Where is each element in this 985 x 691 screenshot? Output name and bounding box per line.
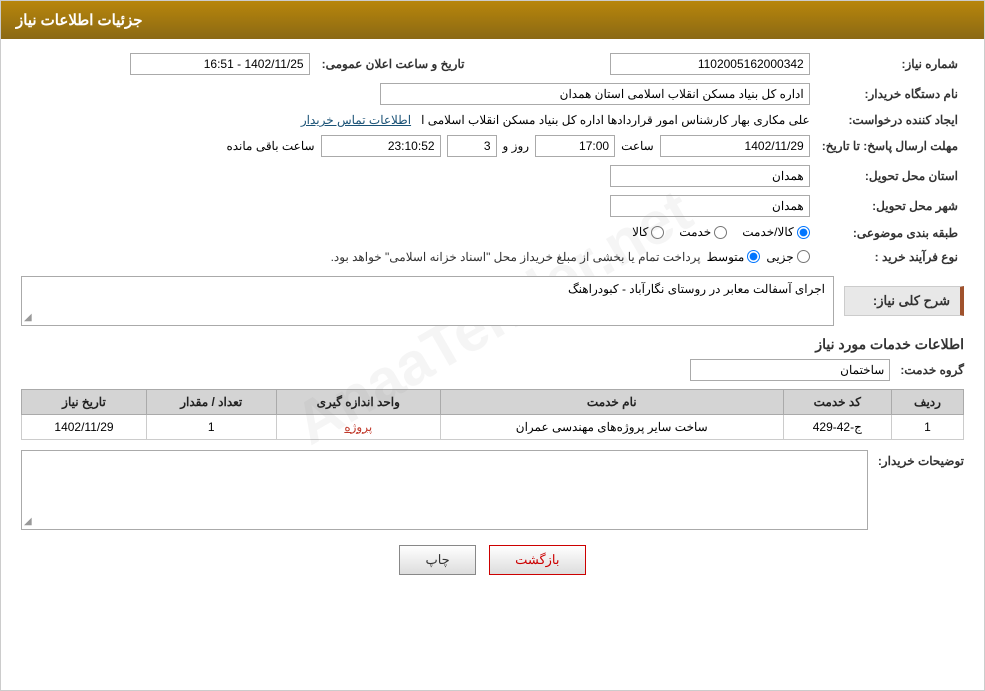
ijad-konande-link[interactable]: اطلاعات تماس خریدار <box>301 113 411 127</box>
tozihat-label: توضیحات خریدار: <box>878 454 964 468</box>
services-table: ردیف کد خدمت نام خدمت واحد اندازه گیری ت… <box>21 389 964 440</box>
ijad-konande-label: ایجاد کننده درخواست: <box>816 109 964 131</box>
back-button[interactable]: بازگشت <box>489 545 585 575</box>
nogh-farayand-row: جزیی متوسط پرداخت تمام یا بخشی از مبلغ خ… <box>21 246 816 268</box>
buttons-row: بازگشت چاپ <box>21 545 964 575</box>
col-name: نام خدمت <box>440 389 783 414</box>
sharh-field: اجرای آسفالت معابر در روستای نگارآباد - … <box>21 276 834 326</box>
group-label: گروه خدمت: <box>900 363 964 377</box>
mohlat-day-label: روز و <box>503 139 530 153</box>
cell-tedad: 1 <box>146 414 276 439</box>
nogh-farayand-label: نوع فرآیند خرید : <box>816 246 964 268</box>
col-tedad: تعداد / مقدار <box>146 389 276 414</box>
info-table: شماره نیاز: 1102005162000342 تاریخ و ساع… <box>21 49 964 268</box>
mohlat-day: 3 <box>447 135 497 157</box>
shahr-tahvil-value: همدان <box>21 191 816 221</box>
tarikh-aalan-field: 1402/11/25 - 16:51 <box>130 53 310 75</box>
nam-dastgah-field: اداره کل بنیاد مسکن انقلاب اسلامی استان … <box>380 83 810 105</box>
ostan-tahvil-value: همدان <box>21 161 816 191</box>
tozihat-box: ◢ <box>21 450 868 530</box>
cell-name: ساخت سایر پروژه‌های مهندسی عمران <box>440 414 783 439</box>
cell-radif: 1 <box>892 414 964 439</box>
print-button[interactable]: چاپ <box>399 545 475 575</box>
sharh-title: شرح کلی نیاز: <box>844 286 964 316</box>
resize-icon-tozihat: ◢ <box>24 516 32 527</box>
tozihat-row: توضیحات خریدار: ◢ <box>21 450 964 530</box>
page-header: جزئیات اطلاعات نیاز <box>1 1 984 39</box>
ostan-tahvil-field: همدان <box>610 165 810 187</box>
shahr-tahvil-field: همدان <box>610 195 810 217</box>
tabaqeh-khedmat-option[interactable]: خدمت <box>679 225 727 239</box>
resize-icon: ◢ <box>24 312 32 323</box>
col-vahed: واحد اندازه گیری <box>276 389 440 414</box>
mohlat-time-label: ساعت <box>621 139 654 153</box>
tabaqeh-radios: کالا خدمت کالا/خدمت <box>21 221 816 246</box>
nogh-farayand-text: پرداخت تمام یا بخشی از مبلغ خریداز محل "… <box>331 250 701 264</box>
col-tarikh: تاریخ نیاز <box>22 389 147 414</box>
ijad-konande-value: علی مکاری بهار کارشناس امور قراردادها اد… <box>21 109 816 131</box>
header-title: جزئیات اطلاعات نیاز <box>16 12 143 29</box>
mohlat-row: 1402/11/29 ساعت 17:00 روز و 3 23:10:52 س… <box>21 131 816 161</box>
tarikh-aalan-label: تاریخ و ساعت اعلان عمومی: <box>316 49 471 79</box>
sharh-value: اجرای آسفالت معابر در روستای نگارآباد - … <box>568 282 825 296</box>
shomare-niaz-label: شماره نیاز: <box>816 49 964 79</box>
cell-tarikh: 1402/11/29 <box>22 414 147 439</box>
nogh-jozi-option[interactable]: جزیی <box>766 250 809 264</box>
tabaqeh-kala-option[interactable]: کالا <box>632 225 664 239</box>
shomare-niaz-field: 1102005162000342 <box>610 53 810 75</box>
table-row: 1ج-42-429ساخت سایر پروژه‌های مهندسی عمرا… <box>22 414 964 439</box>
nam-dastgah-label: نام دستگاه خریدار: <box>816 79 964 109</box>
tarikh-aalan-value: 1402/11/25 - 16:51 <box>21 49 316 79</box>
mohlat-time: 17:00 <box>535 135 615 157</box>
tabaqeh-label: طبقه بندی موضوعی: <box>816 221 964 246</box>
mohlat-remain: 23:10:52 <box>321 135 441 157</box>
services-title: اطلاعات خدمات مورد نیاز <box>21 336 964 353</box>
cell-vahed: پروژه <box>276 414 440 439</box>
mohlat-remain-label: ساعت باقی مانده <box>226 139 314 153</box>
shahr-tahvil-label: شهر محل تحویل: <box>816 191 964 221</box>
mohlat-label: مهلت ارسال پاسخ: تا تاریخ: <box>816 131 964 161</box>
ijad-konande-text: علی مکاری بهار کارشناس امور قراردادها اد… <box>421 113 810 127</box>
nogh-motavasset-option[interactable]: متوسط <box>707 250 761 264</box>
group-row: گروه خدمت: ساختمان <box>21 359 964 381</box>
nam-dastgah-value: اداره کل بنیاد مسکن انقلاب اسلامی استان … <box>21 79 816 109</box>
shomare-niaz-value: 1102005162000342 <box>490 49 815 79</box>
tabaqeh-kala-khedmat-option[interactable]: کالا/خدمت <box>742 225 809 239</box>
col-radif: ردیف <box>892 389 964 414</box>
ostan-tahvil-label: استان محل تحویل: <box>816 161 964 191</box>
group-value: ساختمان <box>690 359 890 381</box>
cell-kod: ج-42-429 <box>783 414 891 439</box>
col-kod: کد خدمت <box>783 389 891 414</box>
mohlat-date: 1402/11/29 <box>660 135 810 157</box>
